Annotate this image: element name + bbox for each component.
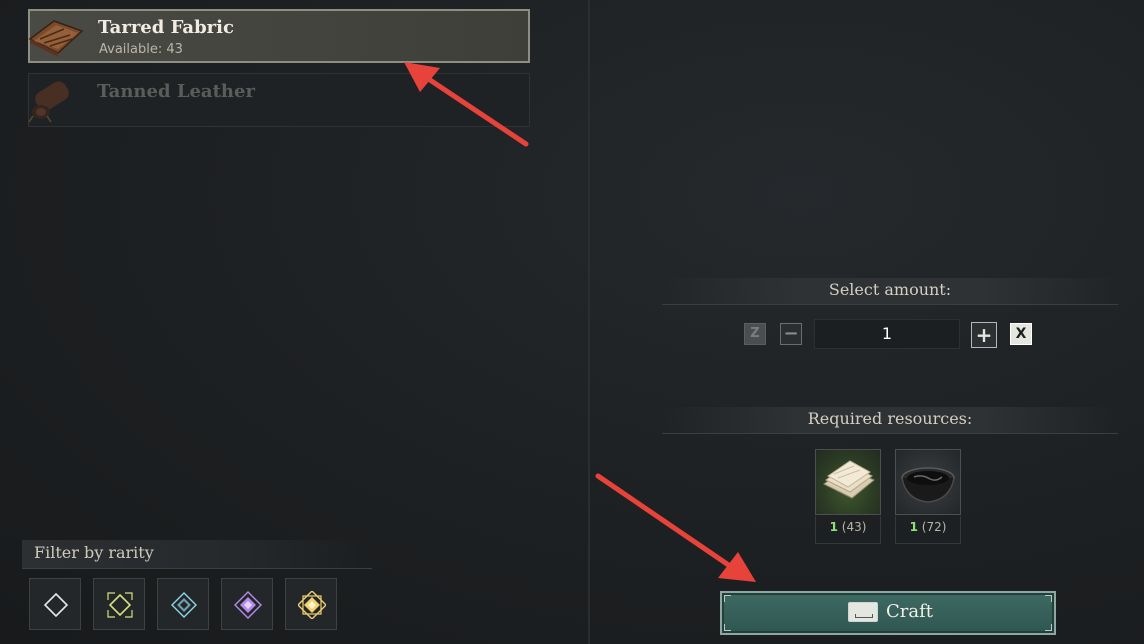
tarred-fabric-icon: [28, 20, 84, 57]
resource-count-tar: 1 (72): [895, 520, 961, 534]
filter-epic-button[interactable]: [221, 578, 273, 630]
resources-title: Required resources:: [807, 409, 973, 428]
diamond-rare-icon: [171, 592, 197, 618]
amount-input[interactable]: 1: [814, 319, 960, 349]
max-key-label: X: [1015, 326, 1027, 342]
tanned-leather-icon: [28, 81, 69, 123]
filter-common-button[interactable]: [29, 578, 81, 630]
spacebar-key-icon: [848, 602, 878, 622]
resource-owned: (43): [841, 520, 867, 534]
craft-button[interactable]: Craft: [720, 591, 1056, 635]
filter-legendary-button[interactable]: [285, 578, 337, 630]
panel-divider: [588, 0, 590, 644]
recipe-name: Tarred Fabric: [98, 17, 234, 38]
filter-title: Filter by rarity: [34, 543, 154, 562]
min-amount-button[interactable]: Z: [744, 323, 766, 345]
filter-header: Filter by rarity: [22, 540, 372, 569]
decrease-amount-button[interactable]: −: [780, 323, 802, 345]
resource-count-cloth: 1 (43): [815, 520, 881, 534]
corner-ornament: [724, 624, 731, 631]
diamond-epic-icon: [234, 591, 262, 619]
diamond-common-icon: [43, 592, 69, 618]
resource-owned: (72): [921, 520, 947, 534]
arrow-to-craft: [595, 473, 756, 582]
cloth-icon: [823, 460, 875, 499]
resource-needed: 1: [829, 520, 838, 534]
amount-title: Select amount:: [828, 280, 952, 299]
max-amount-button[interactable]: X: [1010, 323, 1032, 345]
resource-slot-tar[interactable]: [895, 449, 961, 515]
plus-icon: +: [975, 323, 993, 347]
corner-ornament: [724, 595, 731, 602]
corner-ornament: [1045, 595, 1052, 602]
minus-icon: −: [783, 323, 799, 344]
recipe-item-tarred-fabric[interactable]: Tarred Fabric Available: 43: [28, 9, 530, 63]
resources-header: Required resources:: [662, 407, 1118, 434]
increase-amount-button[interactable]: +: [971, 322, 997, 348]
resource-needed: 1: [909, 520, 918, 534]
corner-ornament: [1045, 624, 1052, 631]
min-key-label: Z: [750, 326, 760, 341]
recipe-item-tanned-leather[interactable]: Tanned Leather: [28, 73, 530, 127]
recipe-name: Tanned Leather: [97, 81, 255, 102]
amount-header: Select amount:: [662, 278, 1118, 305]
recipe-available: Available: 43: [99, 42, 183, 57]
diamond-uncommon-icon: [107, 592, 133, 618]
tar-bowl-icon: [901, 467, 955, 503]
resource-slot-cloth[interactable]: [815, 449, 881, 515]
diamond-legendary-icon: [298, 591, 326, 619]
craft-label: Craft: [886, 601, 934, 622]
filter-uncommon-button[interactable]: [93, 578, 145, 630]
filter-rare-button[interactable]: [157, 578, 209, 630]
